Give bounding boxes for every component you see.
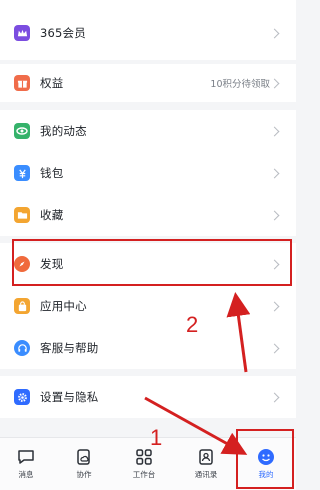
tab-contacts-label: 通讯录 <box>194 470 218 479</box>
menu-item-moments[interactable]: 我的动态 <box>0 110 296 152</box>
settings-card: 设置与隐私 <box>0 376 296 418</box>
contacts-book-icon <box>199 449 213 465</box>
chevron-right-icon <box>269 343 280 353</box>
menu-item-favorites-label: 收藏 <box>40 208 64 222</box>
menu-item-benefits-label: 权益 <box>40 76 64 90</box>
chevron-right-icon <box>269 301 280 311</box>
menu-item-benefits[interactable]: 权益 10积分待领取 <box>0 62 296 104</box>
chevron-right-icon <box>269 392 280 402</box>
menu-item-vip-label: 365会员 <box>40 26 86 40</box>
tab-collab-label: 协作 <box>76 470 92 479</box>
folder-icon <box>14 207 30 223</box>
vip-card: 365会员 <box>0 0 296 60</box>
step-2-number: 2 <box>186 312 199 337</box>
benefits-points-value: 10积分待领取 <box>210 79 270 90</box>
menu-item-discover[interactable]: 发现 <box>0 243 296 285</box>
menu-item-favorites[interactable]: 收藏 <box>0 194 296 236</box>
tab-messages-label: 消息 <box>18 470 34 479</box>
tab-collab[interactable]: 协作 <box>58 438 110 490</box>
menu-item-support-label: 客服与帮助 <box>40 341 99 355</box>
gear-icon <box>14 389 30 405</box>
menu-item-support[interactable]: 客服与帮助 <box>0 327 296 369</box>
menu-item-settings[interactable]: 设置与隐私 <box>0 376 296 418</box>
eye-icon <box>14 123 30 139</box>
benefits-card: 权益 10积分待领取 <box>0 64 296 102</box>
chevron-right-icon <box>269 259 280 269</box>
crown-icon <box>14 25 30 41</box>
bottom-tab-bar: 消息 协作 工作台 通讯录 我的 <box>0 437 296 490</box>
menu-item-moments-label: 我的动态 <box>40 124 87 138</box>
menu-item-wallet[interactable]: 钱包 <box>0 152 296 194</box>
profile-page: 365会员 权益 10积分待领取 我的动态 钱包 收藏 发现 应用中心 客服与帮… <box>0 0 296 490</box>
tab-messages[interactable]: 消息 <box>0 438 52 490</box>
tab-me-label: 我的 <box>258 470 274 479</box>
menu-item-discover-label: 发现 <box>40 257 64 271</box>
menu-item-wallet-label: 钱包 <box>40 166 64 180</box>
tab-contacts[interactable]: 通讯录 <box>180 438 232 490</box>
chevron-right-icon <box>269 168 280 178</box>
menu-item-apps-label: 应用中心 <box>40 299 87 313</box>
tab-workbench-label: 工作台 <box>132 470 156 479</box>
chat-bubble-icon <box>18 450 34 464</box>
menu-item-apps[interactable]: 应用中心 <box>0 285 296 327</box>
wallet-icon <box>14 165 30 181</box>
chevron-right-icon <box>269 126 280 136</box>
bag-icon <box>14 298 30 314</box>
menu-item-settings-label: 设置与隐私 <box>40 390 99 404</box>
compass-icon <box>14 256 30 272</box>
personal-card: 我的动态 钱包 收藏 <box>0 110 296 236</box>
chevron-right-icon <box>269 210 280 220</box>
tab-me[interactable]: 我的 <box>240 438 292 490</box>
step-1-number: 1 <box>150 425 163 450</box>
services-card: 发现 应用中心 客服与帮助 <box>0 243 296 369</box>
headset-icon <box>14 340 30 356</box>
user-face-icon <box>258 449 274 465</box>
chevron-right-icon <box>269 78 280 88</box>
chevron-right-icon <box>269 28 280 38</box>
cloud-doc-icon <box>77 449 90 465</box>
gift-icon <box>14 75 30 91</box>
menu-item-vip[interactable]: 365会员 <box>0 12 296 54</box>
